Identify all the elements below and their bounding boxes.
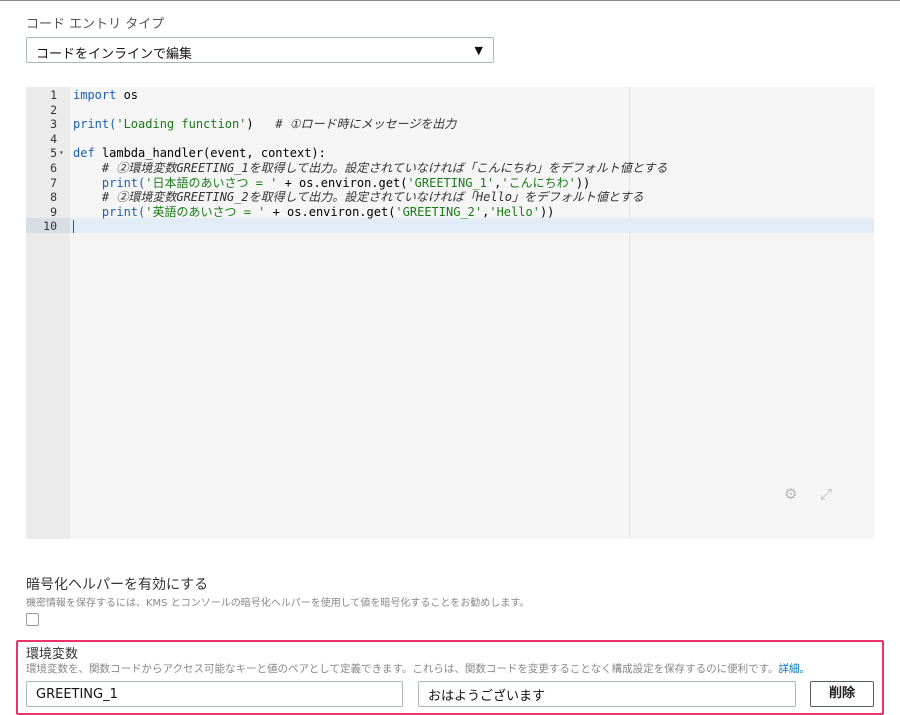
encryption-helper-checkbox[interactable] [26, 613, 39, 626]
code-line[interactable]: 6 # ②環境変数GREETING_1を取得して出力。設定されていなければ「こん… [26, 161, 874, 176]
env-vars-title: 環境変数 [26, 647, 79, 662]
encryption-helper-description: 機密情報を保存するには、KMS とコンソールの暗号化ヘルパーを使用して値を暗号化… [26, 598, 530, 609]
code-text: print('日本語のあいさつ = ' + os.environ.get('GR… [73, 176, 590, 191]
code-editor[interactable]: 1 import os 2 3 print('Loading function') # … [26, 87, 874, 539]
code-token: lambda_handler(event, context): [94, 146, 326, 161]
code-line[interactable]: 7 print('日本語のあいさつ = ' + os.environ.get('… [26, 176, 874, 191]
code-entry-type-label: コード エントリ タイプ [26, 17, 165, 32]
code-token: '日本語のあいさつ = ' [145, 175, 278, 190]
code-token: )) [575, 175, 591, 190]
code-token: 'GREETING_2' [395, 204, 483, 219]
code-line[interactable]: 8 # ②環境変数GREETING_2を取得して出力。設定されていなければ「He… [26, 190, 874, 205]
code-token: ) [246, 117, 276, 132]
code-token: os [116, 88, 139, 102]
code-line[interactable]: 4 [26, 132, 874, 147]
code-line[interactable]: 2 [26, 103, 874, 118]
fold-toggle-icon[interactable]: ▾ [59, 146, 64, 161]
code-token: '英語のあいさつ = ' [145, 204, 266, 219]
code-token: print( [73, 204, 146, 219]
code-token: print( [73, 175, 146, 190]
line-number: 3 [50, 117, 57, 132]
code-token: 'こんにちわ' [501, 175, 576, 190]
fullscreen-icon[interactable]: ⤢ [820, 485, 832, 503]
code-token: + os.environ.get( [277, 175, 408, 190]
line-number: 9 [50, 204, 57, 219]
line-number: 7 [50, 175, 57, 190]
env-vars-description: 環境変数を、関数コードからアクセス可能なキーと値のペアとして定義できます。これら… [26, 661, 810, 676]
code-text: # ②環境変数GREETING_1を取得して出力。設定されていなければ「こんにち… [73, 161, 668, 176]
code-text: print('Loading function') # ①ロード時にメッセージを… [73, 117, 456, 132]
env-var-value-input[interactable] [418, 681, 796, 707]
code-token: # ①ロード時にメッセージを出力 [275, 117, 457, 132]
line-number: 5 [50, 146, 57, 161]
line-number: 4 [50, 131, 57, 146]
code-line[interactable]: 3 print('Loading function') # ①ロード時にメッセージ… [26, 117, 874, 132]
code-token: 'Hello' [489, 204, 540, 219]
code-entry-type-value: コードをインラインで編集 [36, 47, 193, 62]
code-line[interactable]: 5 ▾ def lambda_handler(event, context): [26, 146, 874, 161]
code-line[interactable]: 1 import os [26, 88, 874, 103]
gear-icon[interactable]: ⚙ [784, 485, 797, 503]
code-token: # ②環境変数GREETING_2を取得して出力。設定されていなければ「Hell… [73, 190, 644, 205]
code-token: 'GREETING_1' [407, 175, 495, 190]
details-link[interactable]: 詳細。 [779, 663, 811, 675]
code-entry-type-select[interactable]: コードをインラインで編集 ▼ [26, 37, 494, 63]
code-text: # ②環境変数GREETING_2を取得して出力。設定されていなければ「Hell… [73, 190, 644, 205]
caret-down-icon: ▼ [474, 44, 483, 57]
code-text: print('英語のあいさつ = ' + os.environ.get('GRE… [73, 204, 555, 220]
code-lines[interactable]: 1 import os 2 3 print('Loading function') # … [26, 88, 874, 234]
line-number: 1 [50, 88, 57, 102]
code-text: import os [73, 88, 138, 103]
code-line[interactable]: 10 [26, 219, 874, 234]
top-divider [0, 0, 900, 1]
env-var-key-input[interactable] [26, 681, 403, 707]
code-token: # ②環境変数GREETING_1を取得して出力。設定されていなければ「こんにち… [73, 160, 668, 175]
code-token: print( [73, 117, 117, 132]
line-number: 6 [50, 160, 57, 175]
delete-button[interactable]: 削除 [810, 681, 874, 707]
code-token: import [73, 88, 117, 102]
code-text: def lambda_handler(event, context): [73, 146, 326, 161]
code-line[interactable]: 9 print('英語のあいさつ = ' + os.environ.get('G… [26, 205, 874, 220]
line-number: 2 [50, 102, 57, 117]
code-token: 'Loading function' [116, 117, 247, 132]
line-number: 8 [50, 190, 57, 205]
encryption-helper-title: 暗号化ヘルパーを有効にする [26, 577, 209, 593]
code-token: )) [539, 204, 555, 219]
code-token: + os.environ.get( [265, 204, 396, 219]
text-cursor [73, 220, 74, 234]
env-vars-description-text: 環境変数を、関数コードからアクセス可能なキーと値のペアとして定義できます。これら… [26, 663, 779, 675]
line-number: 10 [43, 219, 57, 234]
code-token: def [73, 146, 95, 161]
